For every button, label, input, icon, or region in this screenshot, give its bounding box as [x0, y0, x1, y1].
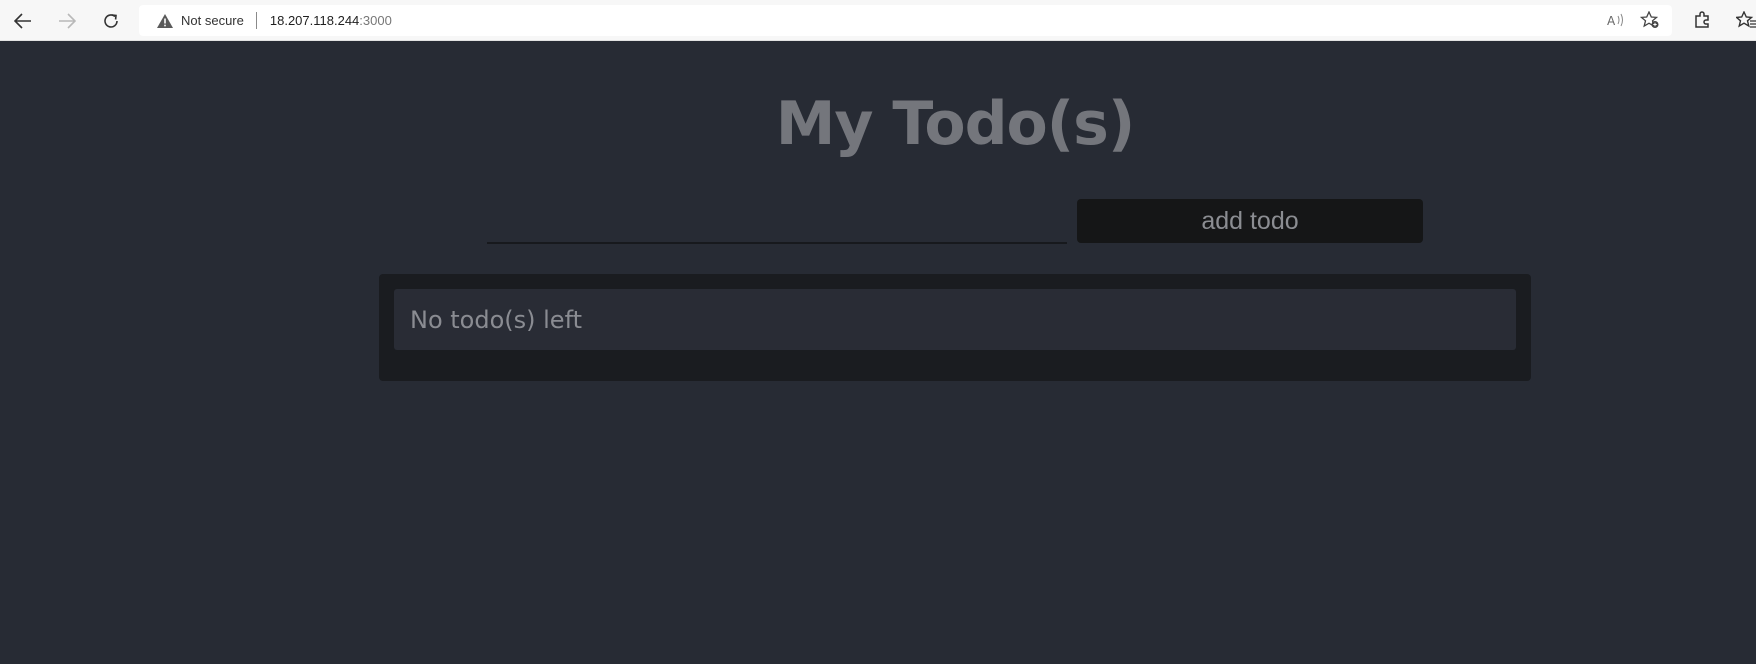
page-title: My Todo(s)	[775, 89, 1136, 159]
extensions-icon[interactable]	[1690, 9, 1714, 31]
favorites-icon[interactable]	[1734, 9, 1756, 31]
address-bar[interactable]: Not secure 18.207.118.244:3000 A	[139, 5, 1672, 36]
reload-icon[interactable]	[97, 8, 125, 34]
empty-todo-message: No todo(s) left	[394, 289, 1516, 350]
back-icon[interactable]	[9, 8, 37, 34]
url-host: 18.207.118.244	[269, 13, 360, 28]
url-port: :3000	[359, 13, 392, 28]
todo-app: My Todo(s) add todo No todo(s) left	[0, 41, 1756, 664]
warning-icon[interactable]	[157, 13, 173, 29]
security-label[interactable]: Not secure	[181, 13, 244, 28]
todo-input[interactable]	[487, 202, 1067, 244]
todo-list: No todo(s) left	[379, 274, 1531, 381]
forward-icon[interactable]	[53, 8, 81, 34]
browser-toolbar: Not secure 18.207.118.244:3000 A	[0, 0, 1756, 41]
svg-text:A: A	[1607, 14, 1616, 27]
add-todo-button[interactable]: add todo	[1077, 199, 1423, 243]
read-aloud-icon[interactable]: A	[1605, 10, 1627, 30]
add-favorite-icon[interactable]	[1639, 10, 1661, 30]
address-separator	[255, 12, 257, 29]
